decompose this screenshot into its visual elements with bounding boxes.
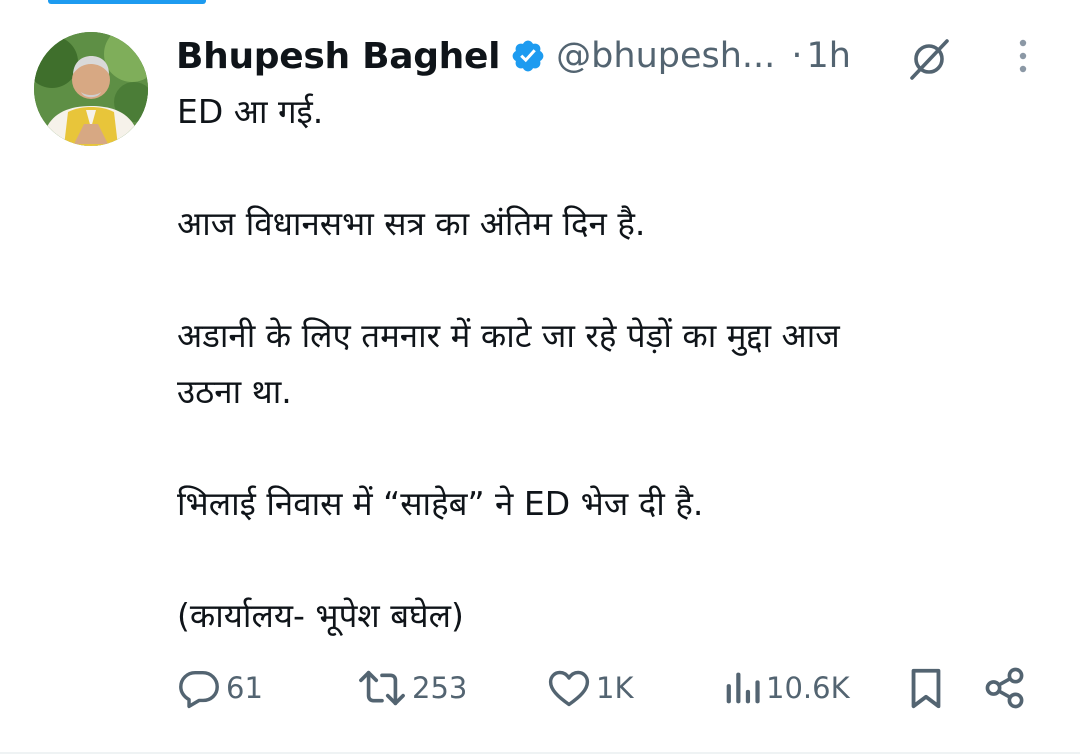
verified-badge-icon: [510, 38, 546, 74]
tweet-text: ED आ गई. आज विधानसभा सत्र का अंतिम दिन ह…: [177, 84, 1037, 644]
separator-dot: ·: [791, 36, 803, 76]
share-icon: [985, 667, 1024, 709]
views-icon: [726, 672, 760, 704]
bookmark-button[interactable]: [906, 660, 946, 716]
tweet-line: उठना था.: [177, 372, 292, 411]
author-handle[interactable]: @bhupesh...: [556, 36, 775, 76]
repost-button[interactable]: 253: [356, 660, 467, 716]
view-count: 10.6K: [766, 671, 850, 705]
author-name[interactable]: Bhupesh Baghel: [176, 36, 500, 77]
tweet-header: Bhupesh Baghel @bhupesh... · 1h: [176, 28, 851, 84]
timestamp[interactable]: 1h: [806, 36, 850, 76]
reply-count: 61: [226, 671, 263, 705]
views-button[interactable]: 10.6K: [722, 660, 850, 716]
avatar-photo: [34, 32, 148, 146]
repost-count: 253: [412, 671, 468, 705]
action-bar: 61 253 1K 10.6K: [0, 660, 1080, 716]
tab-indicator: [48, 0, 206, 4]
reply-button[interactable]: 61: [176, 660, 263, 716]
reply-icon: [179, 670, 219, 709]
like-count: 1K: [596, 671, 634, 705]
repost-icon: [359, 670, 405, 706]
grok-icon[interactable]: [906, 36, 952, 82]
tweet-line: आज विधानसभा सत्र का अंतिम दिन है.: [177, 204, 646, 243]
bookmark-icon: [911, 668, 941, 709]
tweet-line: (कार्यालय- भूपेश बघेल): [177, 596, 464, 635]
like-button[interactable]: 1K: [546, 660, 633, 716]
tweet-line: अडानी के लिए तमनार में काटे जा रहे पेड़ो…: [177, 316, 840, 355]
share-button[interactable]: [984, 660, 1026, 716]
heart-icon: [548, 670, 590, 707]
more-vertical-icon[interactable]: [1008, 36, 1038, 76]
avatar[interactable]: [34, 32, 148, 146]
tweet-line: ED आ गई.: [177, 92, 324, 131]
tweet-line: भिलाई निवास में “साहेब” ने ED भेज दी है.: [177, 484, 704, 523]
